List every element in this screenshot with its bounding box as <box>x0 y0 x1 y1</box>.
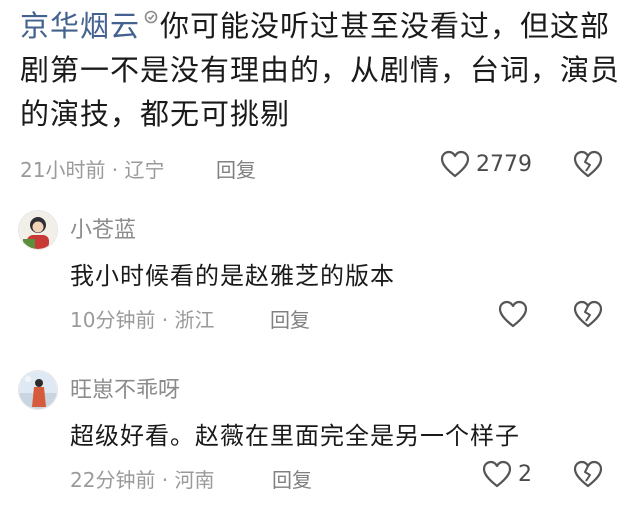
avatar[interactable] <box>18 210 58 250</box>
reply-text: 我小时候看的是赵雅芝的版本 <box>70 262 395 290</box>
dislike-button[interactable] <box>573 300 603 328</box>
avatar-image <box>19 211 57 249</box>
broken-heart-icon <box>573 460 603 488</box>
reply-author[interactable]: 小苍蓝 <box>70 212 136 244</box>
comment-author[interactable]: 京华烟云 <box>20 9 140 43</box>
avatar[interactable] <box>18 370 58 410</box>
reply-text: 超级好看。赵薇在里面完全是另一个样子 <box>70 422 520 450</box>
broken-heart-icon <box>573 300 603 328</box>
reply-button[interactable]: 回复 <box>216 154 256 183</box>
like-button[interactable]: 2 <box>482 460 532 488</box>
reply-author[interactable]: 旺崽不乖呀 <box>70 372 180 404</box>
reply-meta: 10分钟前 · 浙江 回复 <box>0 300 640 334</box>
dislike-button[interactable] <box>573 460 603 488</box>
dislike-button[interactable] <box>573 150 603 178</box>
comment-meta: 21小时前 · 辽宁 回复 2779 <box>0 150 640 184</box>
avatar-image <box>19 371 57 409</box>
reply-button[interactable]: 回复 <box>270 304 310 333</box>
like-count: 2 <box>518 461 532 487</box>
heart-outline-icon <box>482 460 512 488</box>
like-button[interactable] <box>498 300 534 328</box>
heart-outline-icon <box>498 300 528 328</box>
reply-time-location: 10分钟前 · 浙江 <box>70 308 215 332</box>
reply-button[interactable]: 回复 <box>272 464 312 493</box>
comment-time-location: 21小时前 · 辽宁 <box>20 158 165 182</box>
badge-icon <box>144 10 158 24</box>
like-button[interactable]: 2779 <box>440 150 532 178</box>
reply-meta: 22分钟前 · 河南 回复 2 <box>0 460 640 494</box>
heart-outline-icon <box>440 150 470 178</box>
broken-heart-icon <box>573 150 603 178</box>
comment-body: 京华烟云 你可能没听过甚至没看过，但这部剧第一不是没有理由的，从剧情，台词，演员的… <box>20 4 620 136</box>
reply-time-location: 22分钟前 · 河南 <box>70 468 215 492</box>
like-count: 2779 <box>476 151 532 177</box>
